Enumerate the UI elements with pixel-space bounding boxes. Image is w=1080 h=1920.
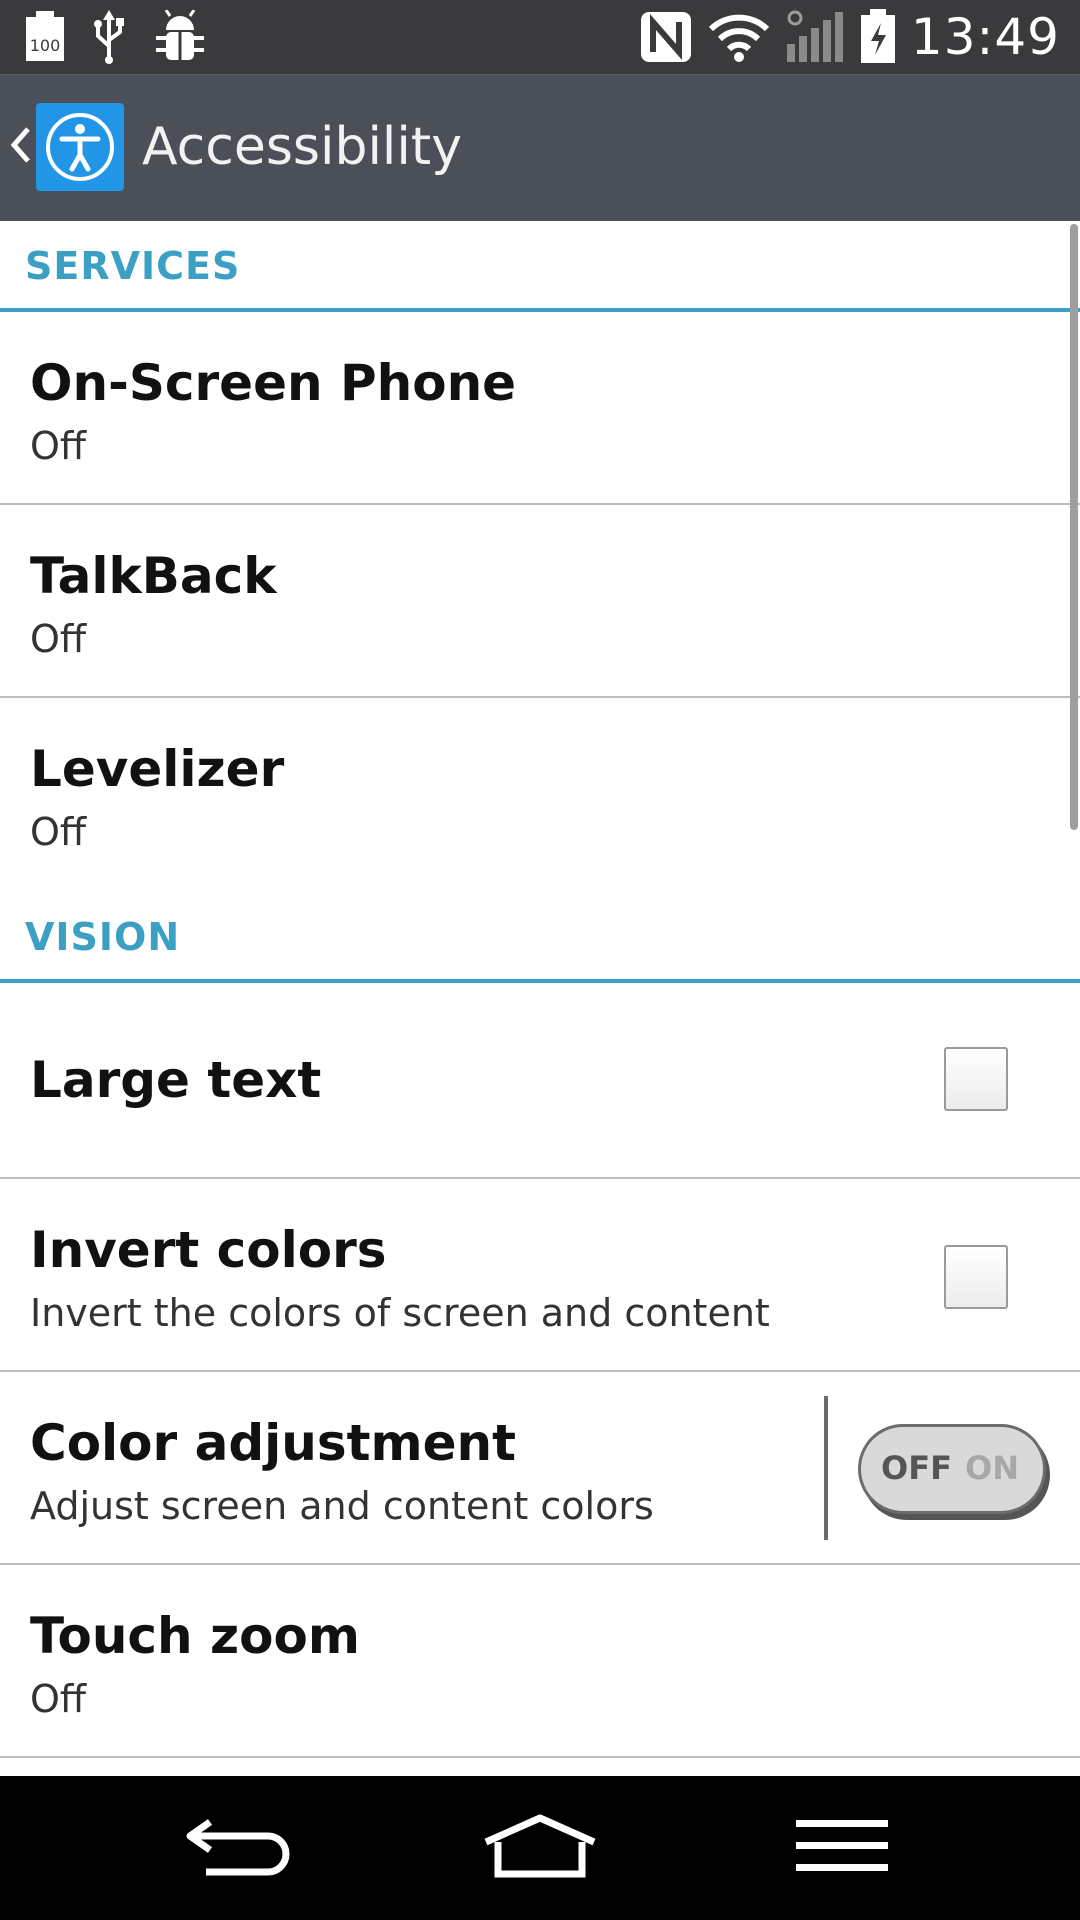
switch-on-label: ON <box>965 1449 1019 1487</box>
page-title: Accessibility <box>142 117 462 177</box>
menu-icon[interactable] <box>794 1812 890 1886</box>
up-chevron-icon[interactable] <box>8 125 32 169</box>
setting-summary: Off <box>30 1677 87 1721</box>
switch-off-label: OFF <box>881 1449 952 1487</box>
wifi-icon <box>707 11 771 63</box>
setting-summary: Invert the colors of screen and content <box>30 1291 770 1335</box>
action-bar: Accessibility <box>0 74 1080 221</box>
setting-title: Levelizer <box>30 740 285 798</box>
large-text-checkbox[interactable] <box>944 1047 1008 1111</box>
vertical-divider <box>824 1396 828 1540</box>
setting-talkback[interactable]: TalkBack Off <box>0 505 1080 698</box>
section-header-services: SERVICES <box>0 220 1080 312</box>
setting-summary: Off <box>30 810 87 854</box>
section-header-vision: VISION <box>0 891 1080 983</box>
setting-title: Large text <box>30 1051 322 1109</box>
setting-title: TalkBack <box>30 547 277 605</box>
settings-list[interactable]: SERVICES On-Screen Phone Off TalkBack Of… <box>0 220 1080 1776</box>
invert-colors-checkbox[interactable] <box>944 1245 1008 1309</box>
setting-title: Touch zoom <box>30 1607 360 1665</box>
setting-touch-zoom[interactable]: Touch zoom Off <box>0 1565 1080 1758</box>
section-header-label: VISION <box>25 915 181 959</box>
setting-title: Invert colors <box>30 1221 387 1279</box>
battery-full-icon: 100 <box>24 11 66 63</box>
nfc-icon <box>639 10 693 64</box>
setting-color-adjustment[interactable]: Color adjustment Adjust screen and conte… <box>0 1372 1080 1565</box>
setting-summary: Off <box>30 617 87 661</box>
setting-large-text[interactable]: Large text <box>0 983 1080 1179</box>
usb-icon <box>92 10 126 64</box>
navigation-bar <box>0 1776 1080 1920</box>
color-adjustment-switch[interactable]: OFF ON <box>858 1424 1046 1514</box>
setting-invert-colors[interactable]: Invert colors Invert the colors of scree… <box>0 1179 1080 1372</box>
setting-summary: Adjust screen and content colors <box>30 1484 654 1528</box>
home-icon[interactable] <box>482 1812 598 1886</box>
section-header-label: SERVICES <box>25 244 241 288</box>
status-bar: 100 13:49 <box>0 0 1080 74</box>
battery-level-label: 100 <box>30 36 61 55</box>
battery-charging-icon <box>859 9 897 65</box>
setting-levelizer[interactable]: Levelizer Off <box>0 698 1080 891</box>
setting-title: On-Screen Phone <box>30 354 517 412</box>
android-debug-icon <box>152 10 208 64</box>
back-icon[interactable] <box>182 1812 292 1886</box>
accessibility-icon[interactable] <box>36 103 124 191</box>
clock: 13:49 <box>910 8 1060 66</box>
setting-summary: Off <box>30 424 87 468</box>
setting-title: Color adjustment <box>30 1414 517 1472</box>
signal-icon <box>785 10 845 64</box>
setting-on-screen-phone[interactable]: On-Screen Phone Off <box>0 312 1080 505</box>
scrollbar[interactable] <box>1070 224 1078 830</box>
